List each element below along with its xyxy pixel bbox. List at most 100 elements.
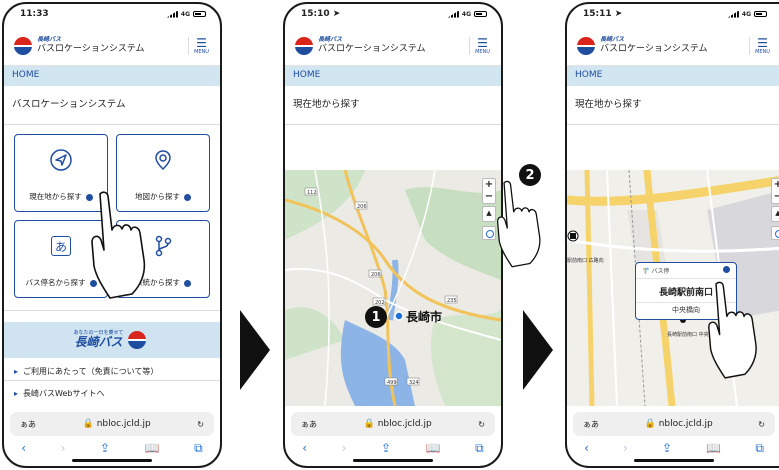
tabs-icon[interactable]: ⧉ [194, 441, 203, 456]
home-indicator [634, 459, 714, 462]
reload-icon[interactable]: ↻ [478, 420, 485, 429]
pointing-hand-icon [91, 191, 146, 299]
city-map[interactable]: 112 206 206 235 202 499 324 長崎市 + − ▲ 1 [285, 170, 501, 406]
forward-icon[interactable]: › [623, 441, 628, 455]
road-number: 112 [307, 190, 317, 196]
nagasaki-bus-logo-icon [577, 36, 595, 55]
forward-icon[interactable]: › [61, 441, 66, 455]
status-bar: 11:33 4G [4, 4, 220, 24]
site-header: 長崎バス バスロケーションシステム ☰ MENU [567, 26, 779, 66]
zoom-in-button[interactable]: + [772, 179, 779, 191]
current-location-dot [394, 311, 404, 321]
reload-icon[interactable]: ↻ [758, 420, 765, 429]
menu-button[interactable]: ☰ MENU [469, 36, 491, 55]
step-arrow-icon [523, 310, 553, 390]
url-text[interactable]: 🔒 nbloc.jcld.jp [317, 419, 478, 429]
share-icon[interactable]: ⇪ [662, 441, 672, 455]
back-icon[interactable]: ‹ [302, 441, 307, 455]
bookmarks-icon[interactable]: 📖 [145, 441, 160, 455]
phone-screen-home: 11:33 4G 長崎バス バスロケーションシステム ☰ MENU HOME バ… [2, 2, 222, 468]
breadcrumb[interactable]: HOME [4, 66, 220, 86]
breadcrumb[interactable]: HOME [567, 66, 779, 86]
back-icon[interactable]: ‹ [21, 441, 26, 455]
bookmarks-icon[interactable]: 📖 [706, 441, 721, 455]
link-terms[interactable]: ▸ ご利用にあたって（免責について等） [14, 366, 158, 377]
status-icons: 4G [447, 10, 487, 18]
network-label: 4G [180, 10, 190, 18]
battery-icon [474, 11, 487, 17]
hiragana-a-icon: あ [50, 235, 72, 257]
bookmarks-icon[interactable]: 📖 [426, 441, 441, 455]
url-text[interactable]: 🔒 nbloc.jcld.jp [599, 419, 758, 429]
menu-label: MENU [755, 48, 770, 55]
link-website[interactable]: ▸ 長崎バスWebサイトへ [14, 388, 104, 399]
reader-aa-button[interactable]: ぁあ [20, 419, 36, 430]
step-1-badge: 1 [365, 306, 387, 328]
road-number: 206 [357, 204, 367, 210]
page-title: 現在地から探す [293, 99, 360, 110]
bus-stop-icon: 🚏 [642, 268, 650, 275]
home-indicator [72, 459, 152, 462]
status-time: 15:10 ➤ [301, 9, 341, 19]
network-label: 4G [741, 10, 751, 18]
safari-address-bar[interactable]: ぁあ 🔒 nbloc.jcld.jp ↻ [10, 412, 214, 436]
city-label: 長崎市 [406, 309, 442, 324]
locate-me-button[interactable] [482, 226, 496, 240]
triangle-right-icon: ▸ [14, 367, 19, 376]
tabs-icon[interactable]: ⧉ [755, 441, 764, 456]
back-icon[interactable]: ‹ [584, 441, 589, 455]
network-label: 4G [461, 10, 471, 18]
chevron-dot-icon [184, 279, 191, 287]
signal-icon [727, 10, 739, 18]
share-icon[interactable]: ⇪ [381, 441, 391, 455]
nagasaki-bus-logo-icon [14, 36, 32, 55]
forward-icon[interactable]: › [342, 441, 347, 455]
map-stop-label: 駅前南口 広路向 [567, 257, 604, 264]
breadcrumb-home[interactable]: HOME [293, 70, 320, 80]
site-header: 長崎バス バスロケーションシステム ☰ MENU [4, 26, 220, 66]
site-header: 長崎バス バスロケーションシステム ☰ MENU [285, 26, 501, 66]
zoom-in-button[interactable]: + [483, 179, 495, 191]
reload-icon[interactable]: ↻ [197, 420, 204, 429]
safari-address-bar[interactable]: ぁあ 🔒 nbloc.jcld.jp ↻ [573, 412, 775, 436]
status-icons: 4G [166, 10, 206, 18]
signal-icon [166, 10, 178, 18]
status-time: 11:33 [20, 9, 49, 19]
phone-screen-current-location: 15:10 ➤ 4G 長崎バス バスロケーションシステム ☰ MENU HOME… [283, 2, 503, 468]
nagasaki-bus-logo-icon [295, 36, 313, 55]
safari-address-bar[interactable]: ぁあ 🔒 nbloc.jcld.jp ↻ [291, 412, 495, 436]
divider [285, 124, 501, 125]
site-logo[interactable]: 長崎バス バスロケーションシステム [37, 35, 145, 54]
lock-icon: 🔒 [82, 419, 94, 429]
menu-button[interactable]: ☰ MENU [188, 36, 210, 55]
reader-aa-button[interactable]: ぁあ [301, 419, 317, 430]
zoom-out-button[interactable]: − [772, 191, 779, 203]
status-icons: 4G [727, 10, 767, 18]
zoom-out-button[interactable]: − [483, 191, 495, 203]
nagasaki-bus-banner[interactable]: あなたの一日を乗せて 長崎バス [4, 322, 220, 358]
road-number: 235 [447, 298, 457, 304]
locate-me-button[interactable] [771, 226, 779, 240]
lock-icon: 🔒 [363, 419, 375, 429]
compass-button[interactable]: ▲ [482, 206, 496, 222]
reader-aa-button[interactable]: ぁあ [583, 419, 599, 430]
tabs-icon[interactable]: ⧉ [475, 441, 484, 456]
logo-brand: 長崎バス [37, 35, 62, 43]
breadcrumb-home[interactable]: HOME [12, 70, 39, 80]
map-pin-icon [152, 149, 174, 171]
menu-label: MENU [475, 48, 490, 55]
share-icon[interactable]: ⇪ [100, 441, 110, 455]
breadcrumb-home[interactable]: HOME [575, 70, 602, 80]
popup-info-icon[interactable] [723, 266, 730, 273]
site-logo[interactable]: 長崎バス バスロケーションシステム [600, 36, 708, 54]
pointing-hand-icon [496, 180, 541, 268]
safari-toolbar: ‹ › ⇪ 📖 ⧉ [285, 438, 501, 458]
url-text[interactable]: 🔒 nbloc.jcld.jp [36, 419, 197, 429]
compass-button[interactable]: ▲ [771, 206, 779, 222]
step-arrow-icon [240, 310, 270, 390]
menu-button[interactable]: ☰ MENU [749, 36, 771, 55]
site-logo[interactable]: 長崎バス バスロケーションシステム [318, 36, 426, 54]
battery-icon [754, 11, 767, 17]
breadcrumb[interactable]: HOME [285, 66, 501, 86]
chevron-dot-icon [184, 193, 191, 201]
